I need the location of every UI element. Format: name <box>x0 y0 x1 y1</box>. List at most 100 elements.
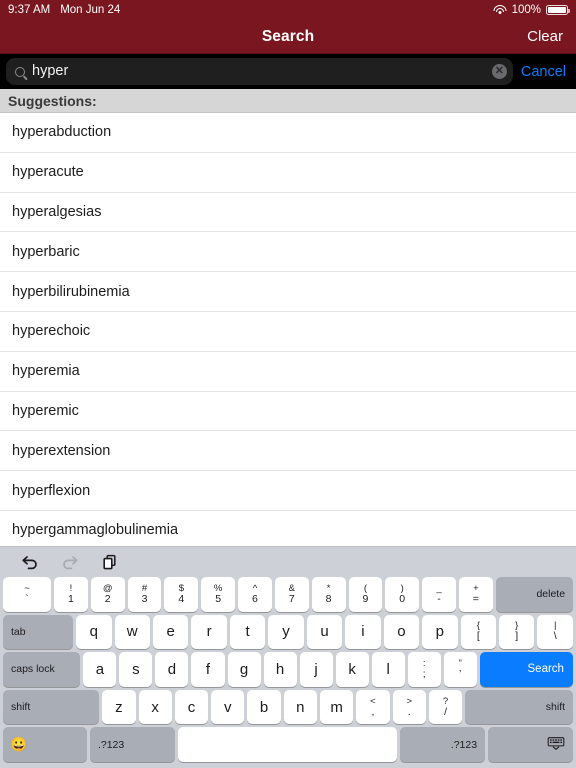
key-\[interactable]: | \ <box>537 614 573 650</box>
key--[interactable]: _ - <box>422 577 456 612</box>
key-q[interactable]: q <box>76 614 112 650</box>
key-v[interactable]: v <box>211 689 245 725</box>
key-s[interactable]: s <box>119 652 153 687</box>
key-][interactable]: }] <box>499 614 535 650</box>
key-u[interactable]: u <box>306 614 343 650</box>
suggestions-header: Suggestions: <box>0 89 576 113</box>
key-base-label: ` <box>25 592 29 605</box>
key-base-label: . <box>407 705 411 718</box>
key-f[interactable]: f <box>191 652 225 687</box>
keyboard-row-top: tab q w e r t y u i o p{[}] | \ <box>2 614 574 653</box>
list-item[interactable]: hyperextension <box>0 431 576 472</box>
key-2[interactable]: @2 <box>90 577 125 612</box>
key-z[interactable]: z <box>102 689 136 725</box>
list-item[interactable]: hyperflexion <box>0 471 576 511</box>
list-item[interactable]: hyperabduction <box>0 113 576 153</box>
key-a[interactable]: a <box>83 652 117 687</box>
delete-key[interactable]: delete <box>495 577 574 612</box>
search-input[interactable]: hyper ✕ <box>6 58 513 85</box>
key-g[interactable]: g <box>227 652 261 687</box>
shift-left-key[interactable]: shift <box>3 689 100 725</box>
redo-icon[interactable] <box>60 552 80 572</box>
key-base-label: 2 <box>104 592 111 605</box>
key-8[interactable]: * 8 <box>311 577 346 612</box>
list-item[interactable]: hypergammaglobulinemia <box>0 510 576 546</box>
key-punct-b0[interactable]: <, <box>356 689 390 725</box>
app-root: 9:37 AM Mon Jun 24 100% Search Clear hyp… <box>0 0 576 768</box>
key-base-label: 1 <box>67 592 74 605</box>
key-i[interactable]: i <box>345 614 381 650</box>
clear-text-icon[interactable]: ✕ <box>491 64 507 79</box>
key-6[interactable]: ^ 6 <box>238 577 272 612</box>
key-k[interactable]: k <box>335 652 369 687</box>
key-j[interactable]: j <box>299 652 333 687</box>
undo-icon[interactable] <box>20 552 40 572</box>
key-n[interactable]: n <box>283 689 317 725</box>
key-punct-1[interactable]: ”’ <box>443 652 477 687</box>
key-base-label: ] <box>515 630 519 643</box>
key-b[interactable]: b <box>247 689 281 725</box>
key-c[interactable]: c <box>174 689 209 725</box>
key-t[interactable]: t <box>229 614 266 650</box>
space-key[interactable] <box>177 727 398 762</box>
list-item[interactable]: hyperbilirubinemia <box>0 272 576 312</box>
shift-right-key[interactable]: shift <box>465 689 574 725</box>
search-icon <box>15 66 25 77</box>
paste-icon[interactable] <box>100 552 120 572</box>
key-x[interactable]: x <box>138 689 172 725</box>
clear-button[interactable]: Clear <box>527 28 563 45</box>
battery-percent-label: 100% <box>511 4 541 16</box>
key-9[interactable]: (9 <box>348 577 383 612</box>
key-base-label: ; <box>422 667 426 680</box>
key-l[interactable]: l <box>371 652 405 687</box>
emoji-key[interactable]: 😀 <box>3 727 87 762</box>
key-base-label: [ <box>476 630 480 643</box>
page-title: Search <box>261 27 315 45</box>
key-4[interactable]: $4 <box>164 577 199 612</box>
key-e[interactable]: e <box>152 614 189 650</box>
key-base-label: 4 <box>178 592 185 605</box>
key-7[interactable]: & 7 <box>274 577 309 612</box>
list-item[interactable]: hyperalgesias <box>0 192 576 233</box>
key-`[interactable]: ~ ` <box>3 577 51 612</box>
key-[[interactable]: {[ <box>460 614 497 650</box>
keyboard-row-home: caps lock a s d f g h j k l:;”’ Search <box>2 652 574 690</box>
status-bar-right: 100% <box>493 4 570 16</box>
key-h[interactable]: h <box>263 652 297 687</box>
hide-keyboard-icon <box>547 736 565 753</box>
hide-keyboard-key[interactable] <box>488 727 574 762</box>
status-time: 9:37 AM <box>8 4 51 16</box>
keyboard-toolbar <box>2 547 574 577</box>
key-d[interactable]: d <box>155 652 189 687</box>
key-=[interactable]: + = <box>458 577 493 612</box>
status-bar-left: 9:37 AM Mon Jun 24 <box>8 4 120 16</box>
key-5[interactable]: % 5 <box>201 577 236 612</box>
list-item[interactable]: hyperemic <box>0 391 576 432</box>
key-1[interactable]: ! 1 <box>54 577 88 612</box>
list-item[interactable]: hyperechoic <box>0 311 576 352</box>
tab-key[interactable]: tab <box>3 614 74 650</box>
wifi-icon <box>493 4 507 16</box>
caps-lock-key[interactable]: caps lock <box>3 652 81 687</box>
search-return-key[interactable]: Search <box>479 652 573 687</box>
list-item[interactable]: hyperacute <box>0 152 576 193</box>
status-bar: 9:37 AM Mon Jun 24 100% <box>0 0 576 20</box>
key-punct-0[interactable]: :; <box>407 652 441 687</box>
key-0[interactable]: ) 0 <box>385 577 420 612</box>
key-3[interactable]: #3 <box>127 577 162 612</box>
numeric-left-key[interactable]: .?123 <box>89 727 175 762</box>
cancel-button[interactable]: Cancel <box>513 64 572 80</box>
key-punct-b2[interactable]: ? / <box>428 689 463 725</box>
key-y[interactable]: y <box>268 614 304 650</box>
key-punct-b1[interactable]: >. <box>392 689 426 725</box>
on-screen-keyboard: ~ `! 1 @2 #3 $4% 5 ^ 6 & 7 * 8(9) 0 _ - + = delete tab q w e r… <box>0 546 576 768</box>
list-item[interactable]: hyperemia <box>0 351 576 392</box>
key-p[interactable]: p <box>422 614 458 650</box>
suggestions-list[interactable]: hyperabduction hyperacute hyperalgesias hyp… <box>0 113 576 546</box>
key-w[interactable]: w <box>114 614 150 650</box>
numeric-right-key[interactable]: .?123 <box>400 727 486 762</box>
list-item[interactable]: hyperbaric <box>0 232 576 273</box>
key-m[interactable]: m <box>320 689 354 725</box>
key-r[interactable]: r <box>191 614 227 650</box>
key-o[interactable]: o <box>383 614 420 650</box>
